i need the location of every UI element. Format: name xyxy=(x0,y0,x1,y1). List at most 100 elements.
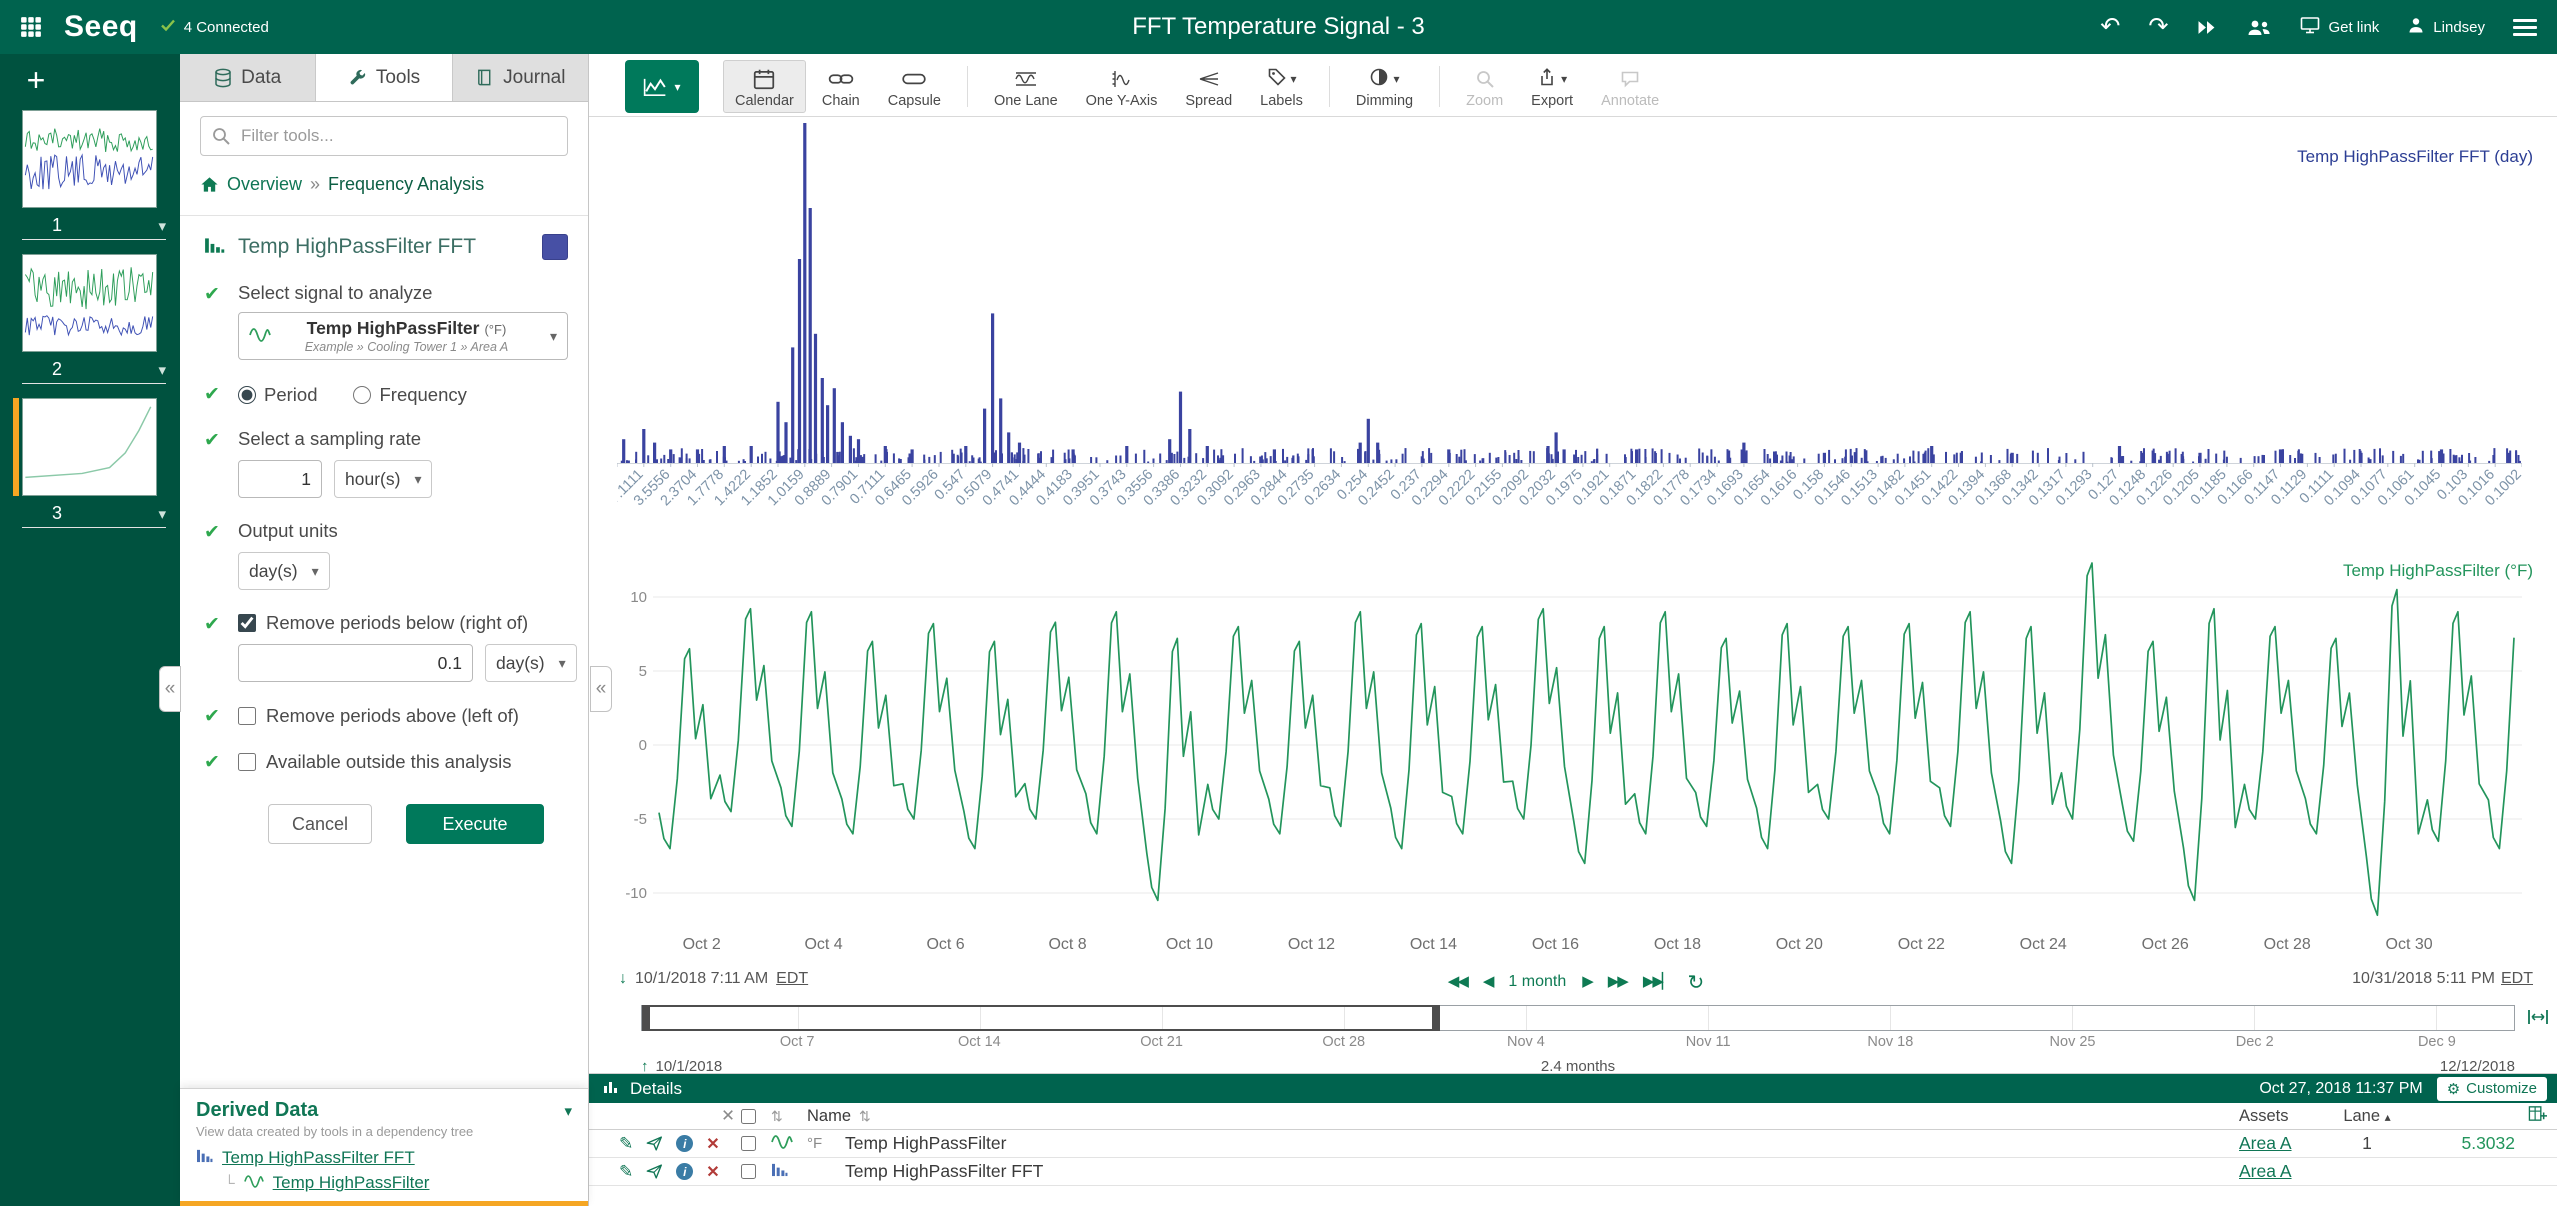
fft-chart[interactable]: 07.11113.55562.37041.77781.42221.18521.0… xyxy=(617,123,2522,553)
cancel-button[interactable]: Cancel xyxy=(268,804,372,844)
series-color-swatch[interactable] xyxy=(542,234,568,260)
remove-icon[interactable]: ✕ xyxy=(706,1162,719,1182)
worksheet-thumbnail-2[interactable]: 2 ▾ xyxy=(22,254,166,384)
info-icon[interactable]: i xyxy=(676,1135,693,1152)
table-row-temp-highpassfilter-fft[interactable]: ✎ i ✕ Temp HighPassFilter FFT Area A xyxy=(589,1158,2557,1186)
timeline-selected-range[interactable] xyxy=(642,1005,1440,1031)
select-all-checkbox[interactable] xyxy=(741,1109,756,1124)
connection-status[interactable]: 4 Connected xyxy=(160,17,269,37)
derived-item-fft[interactable]: Temp HighPassFilter FFT xyxy=(196,1148,572,1168)
table-row-temp-highpassfilter[interactable]: ✎ i ✕ °F Temp HighPassFilter Area A 1 5.… xyxy=(589,1130,2557,1158)
chain-view-button[interactable]: Chain xyxy=(810,60,872,113)
calendar-view-button[interactable]: Calendar xyxy=(723,60,806,113)
display-range-end[interactable]: 10/31/2018 5:11 PM xyxy=(2352,970,2495,988)
sampling-rate-input[interactable] xyxy=(238,460,322,498)
remove-below-unit-select[interactable]: day(s)▾ xyxy=(485,644,577,682)
step-to-end-icon[interactable]: ▶▶▏ xyxy=(1643,967,1672,997)
app-switcher-icon[interactable] xyxy=(20,16,42,38)
new-worksheet-button[interactable]: + xyxy=(18,64,54,96)
period-radio[interactable] xyxy=(238,386,256,404)
range-step-label[interactable]: 1 month xyxy=(1508,973,1566,991)
timeline-left-handle[interactable] xyxy=(643,1006,650,1030)
redo-icon[interactable]: ↷ xyxy=(2148,15,2168,39)
spread-button[interactable]: Spread xyxy=(1173,60,1244,113)
asset-link[interactable]: Area A xyxy=(2239,1161,2292,1181)
capsule-view-button[interactable]: Capsule xyxy=(876,60,953,113)
export-button[interactable]: ▾ Export xyxy=(1519,60,1585,113)
timezone-label[interactable]: EDT xyxy=(2501,970,2533,988)
frequency-radio-option[interactable]: Frequency xyxy=(353,384,466,406)
timeline-resize-icon[interactable] xyxy=(2527,1007,2549,1032)
customize-button[interactable]: ⚙Customize xyxy=(2437,1077,2547,1101)
edit-icon[interactable]: ✎ xyxy=(619,1162,633,1182)
derived-item-signal[interactable]: └ Temp HighPassFilter xyxy=(224,1173,572,1193)
signal-select[interactable]: Temp HighPassFilter (°F) Example » Cooli… xyxy=(238,312,568,360)
trend-view-button[interactable]: ▾ xyxy=(625,60,699,113)
remove-below-input[interactable] xyxy=(238,644,473,682)
filter-tools-input[interactable] xyxy=(200,116,568,156)
remove-all-icon[interactable]: ✕ xyxy=(721,1106,735,1126)
edit-icon[interactable]: ✎ xyxy=(619,1134,633,1154)
worksheet-3-preview[interactable] xyxy=(22,398,157,496)
one-lane-button[interactable]: One Lane xyxy=(982,60,1070,113)
send-icon[interactable] xyxy=(646,1163,663,1180)
derived-data-title[interactable]: Derived Data xyxy=(196,1099,318,1122)
user-menu[interactable]: Lindsey xyxy=(2407,16,2485,38)
add-column-icon[interactable] xyxy=(2528,1104,2547,1128)
worksheet-2-preview[interactable] xyxy=(22,254,157,352)
tab-tools[interactable]: Tools xyxy=(316,54,452,101)
row-checkbox[interactable] xyxy=(741,1164,756,1179)
sampling-unit-select[interactable]: hour(s)▾ xyxy=(334,460,432,498)
step-back-fast-icon[interactable]: ◀◀ xyxy=(1448,967,1467,997)
collapse-thumbnails-handle[interactable]: « xyxy=(159,666,181,712)
step-back-icon[interactable]: ◀ xyxy=(1483,967,1493,997)
chevron-down-icon[interactable]: ▾ xyxy=(158,505,166,523)
worksheet-thumbnail-3[interactable]: 3 ▾ xyxy=(22,398,166,528)
worksheet-1-preview[interactable] xyxy=(22,110,157,208)
derived-item-link[interactable]: Temp HighPassFilter xyxy=(273,1173,430,1193)
tab-journal[interactable]: Journal xyxy=(453,54,588,101)
arrow-up-icon[interactable]: ↑ xyxy=(641,1058,649,1075)
timeline-slider[interactable] xyxy=(641,1005,2515,1031)
tab-data[interactable]: Data xyxy=(180,54,316,101)
breadcrumb-overview[interactable]: Overview xyxy=(227,174,302,195)
investigate-range-duration[interactable]: 2.4 months xyxy=(1541,1058,1615,1075)
row-checkbox[interactable] xyxy=(741,1136,756,1151)
remove-icon[interactable]: ✕ xyxy=(706,1134,719,1154)
worksheet-thumbnail-1[interactable]: 1 ▾ xyxy=(22,110,166,240)
refresh-icon[interactable]: ↻ xyxy=(1687,970,1704,995)
worksheet-title[interactable]: FFT Temperature Signal - 3 xyxy=(1132,13,1425,41)
menu-icon[interactable] xyxy=(2513,19,2537,36)
labels-button[interactable]: ▾ Labels xyxy=(1248,60,1315,113)
home-icon[interactable] xyxy=(200,175,219,194)
asset-link[interactable]: Area A xyxy=(2239,1133,2292,1153)
details-title[interactable]: Details xyxy=(630,1079,682,1099)
name-column-header[interactable]: Name xyxy=(807,1107,851,1126)
chevron-down-icon[interactable]: ▾ xyxy=(158,361,166,379)
step-forward-fast-icon[interactable]: ▶▶ xyxy=(1608,967,1627,997)
trend-chart[interactable]: 1050-5-10Oct 2Oct 4Oct 6Oct 8Oct 10Oct 1… xyxy=(617,553,2522,963)
execute-button[interactable]: Execute xyxy=(406,804,544,844)
send-icon[interactable] xyxy=(646,1135,663,1152)
dimming-button[interactable]: ▾ Dimming xyxy=(1344,60,1425,113)
timezone-label[interactable]: EDT xyxy=(776,970,808,988)
collapse-tools-panel-handle[interactable]: « xyxy=(590,666,612,712)
investigate-range-end[interactable]: 12/12/2018 xyxy=(2440,1058,2515,1075)
sort-icon[interactable]: ⇅ xyxy=(859,1108,871,1125)
remove-above-checkbox[interactable] xyxy=(238,707,256,725)
investigate-range-start[interactable]: 10/1/2018 xyxy=(656,1058,723,1075)
info-icon[interactable]: i xyxy=(676,1163,693,1180)
frequency-radio[interactable] xyxy=(353,386,371,404)
one-y-axis-button[interactable]: One Y-Axis xyxy=(1074,60,1170,113)
timeline-right-handle[interactable] xyxy=(1432,1006,1439,1030)
available-outside-checkbox[interactable] xyxy=(238,753,256,771)
get-link-button[interactable]: Get link xyxy=(2300,16,2379,38)
lane-column-header[interactable]: Lane xyxy=(2343,1107,2380,1125)
arrow-down-icon[interactable]: ↓ xyxy=(619,970,627,988)
undo-icon[interactable]: ↶ xyxy=(2100,15,2120,39)
display-range-start[interactable]: 10/1/2018 7:11 AM xyxy=(635,970,768,988)
present-icon[interactable] xyxy=(2196,19,2218,36)
collaborators-icon[interactable] xyxy=(2246,18,2272,36)
row-name[interactable]: Temp HighPassFilter FFT xyxy=(845,1161,1043,1182)
derived-item-link[interactable]: Temp HighPassFilter FFT xyxy=(222,1148,415,1168)
